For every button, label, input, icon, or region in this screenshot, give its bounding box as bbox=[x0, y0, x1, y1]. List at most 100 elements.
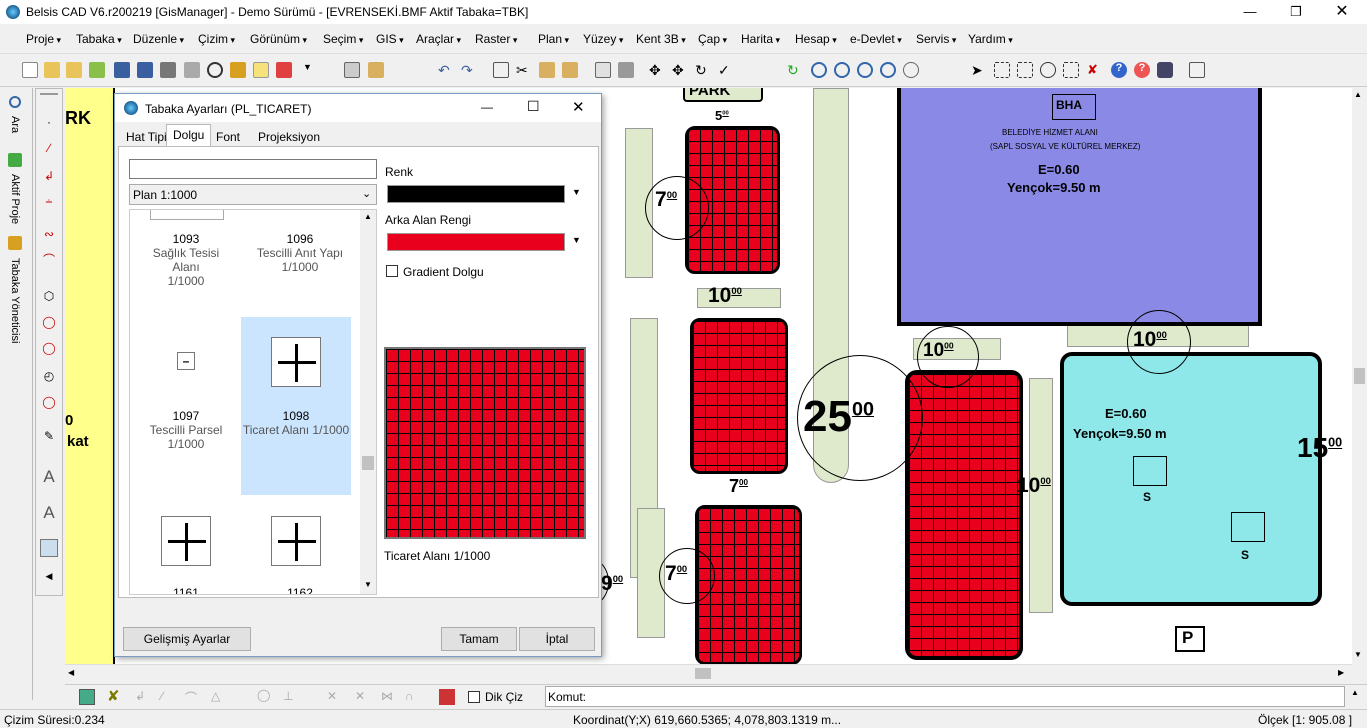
deselect-icon[interactable]: ✘ bbox=[1087, 62, 1103, 78]
pattern-item-1097[interactable]: 1097 Tescilli Parsel 1/1000 bbox=[140, 409, 232, 451]
snap-quad-icon[interactable]: △ bbox=[211, 689, 220, 703]
redo-icon[interactable]: ↷ bbox=[461, 62, 477, 78]
scroll-thumb[interactable] bbox=[695, 668, 711, 679]
select-circle-icon[interactable] bbox=[1040, 62, 1056, 78]
color-swatch[interactable] bbox=[387, 185, 565, 203]
paste-icon[interactable] bbox=[539, 62, 555, 78]
ruler-icon[interactable] bbox=[1189, 62, 1205, 78]
menu-araclar[interactable]: Araçlar bbox=[416, 32, 461, 46]
pattern-item-1162[interactable]: 1162 bbox=[248, 586, 352, 594]
select-crossing-icon[interactable] bbox=[1017, 62, 1033, 78]
menu-cap[interactable]: Çap bbox=[698, 32, 727, 46]
scroll-thumb[interactable] bbox=[1354, 368, 1365, 384]
select-window-icon[interactable] bbox=[994, 62, 1010, 78]
color-dropdown-icon[interactable]: ▼ bbox=[572, 187, 581, 197]
text-icon[interactable]: A bbox=[40, 467, 58, 486]
zoom-in-icon[interactable] bbox=[834, 62, 850, 78]
zoom-extents-icon[interactable] bbox=[811, 62, 827, 78]
open-folder-icon[interactable] bbox=[44, 62, 60, 78]
menu-servis[interactable]: Servis bbox=[916, 32, 956, 46]
layer-icon[interactable] bbox=[230, 62, 246, 78]
pen-icon[interactable]: ✎ bbox=[40, 429, 58, 447]
help-icon[interactable]: ? bbox=[1111, 62, 1127, 78]
text-aligned-icon[interactable]: A bbox=[40, 503, 58, 522]
pattern-item-1098-selected[interactable]: 1098 Ticaret Alanı 1/1000 bbox=[241, 317, 351, 495]
back-color-dropdown-icon[interactable]: ▼ bbox=[572, 235, 581, 245]
scroll-down-icon[interactable]: ▼ bbox=[1354, 650, 1362, 659]
menu-hesap[interactable]: Hesap bbox=[795, 32, 837, 46]
snap-int-icon[interactable]: ✕ bbox=[327, 689, 337, 703]
advanced-settings-button[interactable]: Gelişmiş Ayarlar bbox=[123, 627, 251, 651]
menu-yardim[interactable]: Yardım bbox=[968, 32, 1013, 46]
active-project-tab[interactable]: Aktif Proje bbox=[9, 174, 21, 224]
menu-gis[interactable]: GIS bbox=[376, 32, 404, 46]
pattern-item-1093[interactable]: 1093 Sağlık Tesisi Alanı 1/1000 bbox=[140, 232, 232, 288]
command-input[interactable]: Komut: bbox=[545, 686, 1345, 707]
maximize-button[interactable]: ❐ bbox=[1273, 0, 1319, 24]
menu-plan[interactable]: Plan bbox=[538, 32, 569, 46]
image-icon[interactable] bbox=[40, 539, 58, 557]
tab-font[interactable]: Font bbox=[209, 126, 247, 146]
circle-icon[interactable]: ◯ bbox=[40, 315, 58, 333]
menu-cizim[interactable]: Çizim bbox=[198, 32, 235, 46]
plan-select[interactable]: Plan 1:1000 ⌄ bbox=[129, 184, 377, 205]
check-icon[interactable] bbox=[253, 62, 269, 78]
scroll-up-icon[interactable]: ▲ bbox=[364, 212, 372, 221]
horizontal-scrollbar[interactable]: ◀ ▶ bbox=[65, 664, 1352, 682]
scale-icon[interactable]: ✓ bbox=[718, 62, 734, 78]
open-folder2-icon[interactable] bbox=[66, 62, 82, 78]
menu-tabaka[interactable]: Tabaka bbox=[76, 32, 122, 46]
print-layer-icon[interactable] bbox=[439, 689, 455, 705]
snap-end-icon[interactable]: ↲ bbox=[135, 689, 145, 703]
menu-raster[interactable]: Raster bbox=[475, 32, 517, 46]
menu-harita[interactable]: Harita bbox=[741, 32, 780, 46]
dialog-minimize-button[interactable]: — bbox=[481, 100, 493, 114]
zoom-window-icon[interactable] bbox=[880, 62, 896, 78]
layers-icon[interactable] bbox=[368, 62, 384, 78]
pattern-list[interactable]: 1093 Sağlık Tesisi Alanı 1/1000 1096 Tescil… bbox=[129, 209, 377, 595]
paste-special-icon[interactable] bbox=[562, 62, 578, 78]
move-icon[interactable]: ✥ bbox=[649, 62, 665, 78]
polyline-icon[interactable]: ↲ bbox=[40, 169, 58, 187]
zoom-out-icon[interactable] bbox=[857, 62, 873, 78]
print-icon[interactable] bbox=[160, 62, 176, 78]
minimize-button[interactable]: — bbox=[1227, 0, 1273, 24]
refresh-icon[interactable]: ↻ bbox=[787, 62, 803, 78]
rotate-icon[interactable]: ↻ bbox=[695, 62, 711, 78]
help-context-icon[interactable]: ? bbox=[1134, 62, 1150, 78]
pattern-search-input[interactable] bbox=[129, 159, 377, 179]
arc-icon[interactable]: ⌒ bbox=[40, 251, 58, 269]
trash-icon[interactable] bbox=[618, 62, 634, 78]
pan-icon[interactable] bbox=[903, 62, 919, 78]
snap-ins-icon[interactable]: ∩ bbox=[405, 689, 414, 703]
circle-2p-icon[interactable]: ◯ bbox=[40, 341, 58, 359]
dik-ciz-checkbox[interactable] bbox=[468, 691, 480, 703]
line-icon[interactable]: ∕ bbox=[40, 141, 58, 159]
scroll-up-icon[interactable]: ▲ bbox=[1354, 90, 1362, 99]
menu-kent3b[interactable]: Kent 3B bbox=[636, 32, 686, 46]
add-folder-icon[interactable] bbox=[89, 62, 105, 78]
move-copy-icon[interactable]: ✥ bbox=[672, 62, 688, 78]
layer-color-icon[interactable] bbox=[79, 689, 95, 705]
menu-proje[interactable]: Proje bbox=[26, 32, 61, 46]
gradient-checkbox[interactable] bbox=[386, 265, 398, 277]
snap-node-icon[interactable]: ⋈ bbox=[381, 689, 393, 703]
toolbar-dropdown-icon[interactable]: ▼ bbox=[303, 62, 319, 78]
save-as-icon[interactable] bbox=[137, 62, 153, 78]
binoculars-icon[interactable] bbox=[1157, 62, 1173, 78]
menu-secim[interactable]: Seçim bbox=[323, 32, 363, 46]
select-fence-icon[interactable] bbox=[1063, 62, 1079, 78]
layer-manager-tab[interactable]: Tabaka Yöneticisi bbox=[9, 258, 21, 343]
undo-icon[interactable]: ↶ bbox=[438, 62, 454, 78]
dialog-maximize-button[interactable]: ☐ bbox=[527, 98, 540, 115]
menu-yuzey[interactable]: Yüzey bbox=[583, 32, 623, 46]
new-file-icon[interactable] bbox=[22, 62, 38, 78]
search-tab[interactable]: Ara bbox=[9, 116, 21, 133]
scroll-left-icon[interactable]: ◀ bbox=[68, 668, 74, 677]
snap-circle-icon[interactable]: ◯ bbox=[257, 688, 270, 702]
snap-near-icon[interactable]: ✕ bbox=[355, 689, 365, 703]
pattern-list-scrollbar[interactable]: ▲ ▼ bbox=[360, 210, 376, 594]
ellipse-icon[interactable]: ◯ bbox=[40, 395, 58, 413]
back-color-swatch[interactable] bbox=[387, 233, 565, 251]
pattern-thumb-small[interactable]: – bbox=[177, 352, 195, 370]
